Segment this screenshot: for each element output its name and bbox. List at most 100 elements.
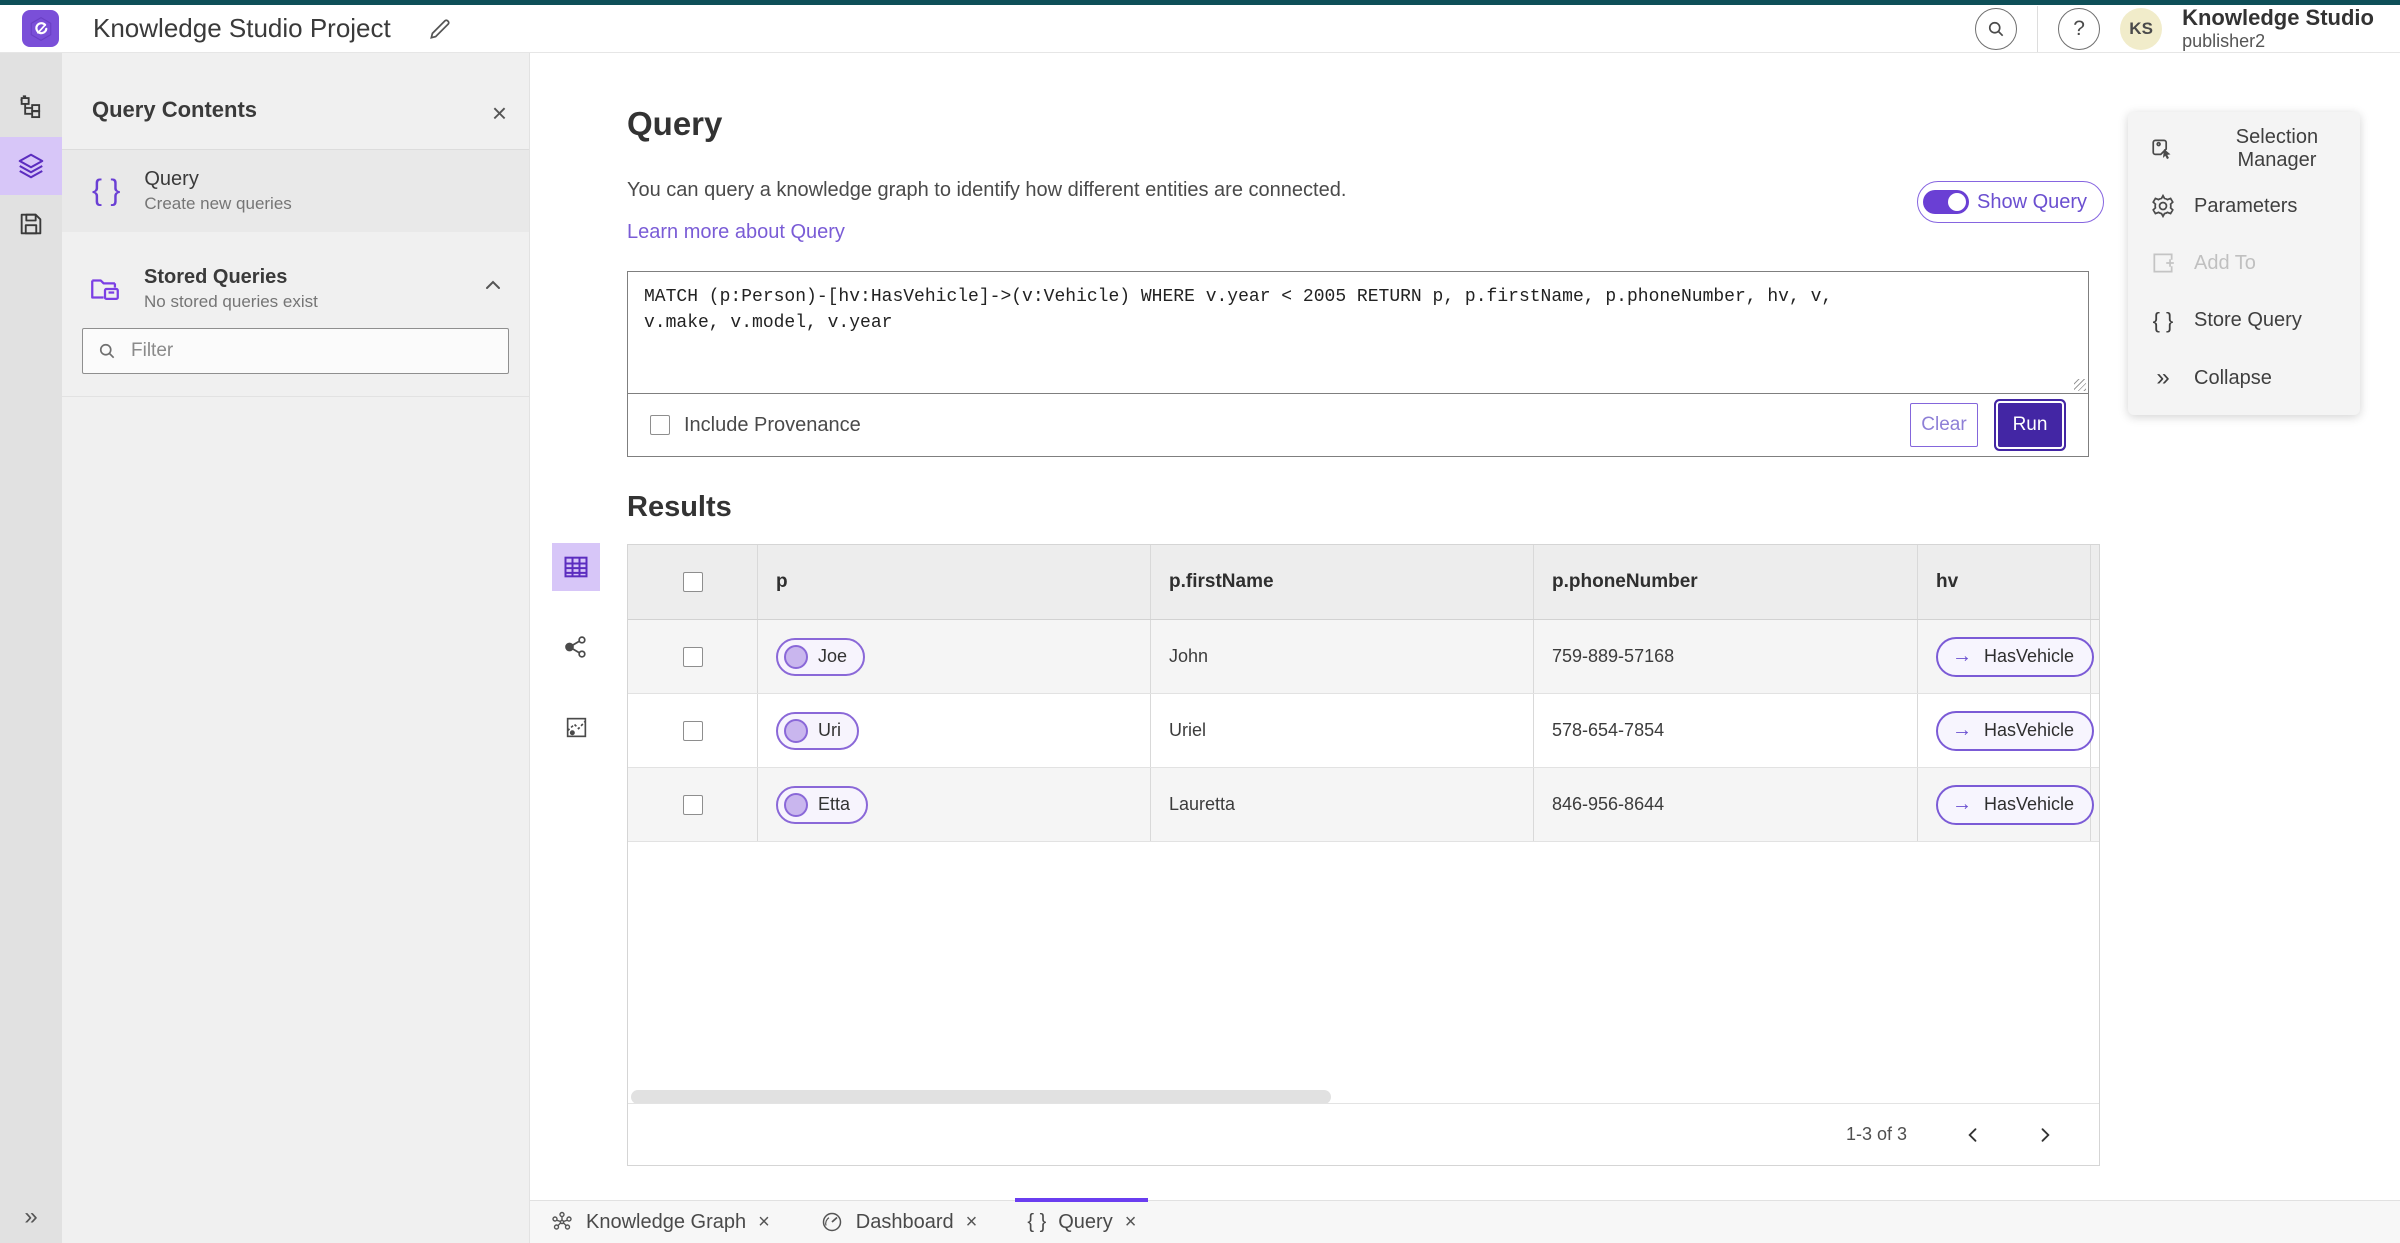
close-icon: ×	[491, 98, 507, 128]
query-textarea[interactable]: MATCH (p:Person)-[hv:HasVehicle]->(v:Veh…	[628, 272, 2088, 394]
table-header-row: p p.firstName p.phoneNumber hv	[628, 545, 2099, 620]
pagination-range: 1-3 of 3	[1845, 1124, 1907, 1144]
knowledge-graph-icon	[552, 1211, 572, 1230]
cell-firstname: Lauretta	[1151, 768, 1534, 841]
braces-icon: { }	[1027, 1210, 1047, 1233]
collapse-section-button[interactable]	[481, 274, 505, 298]
app-logo-icon[interactable]	[22, 10, 59, 47]
column-header-hv[interactable]: hv	[1918, 545, 2091, 619]
row-checkbox[interactable]	[682, 720, 703, 741]
panel-close-button[interactable]: ×	[492, 98, 507, 129]
chevron-right-icon	[2041, 1127, 2050, 1142]
layers-icon	[18, 153, 44, 179]
rail-layers-button[interactable]	[0, 137, 62, 195]
query-editor: MATCH (p:Person)-[hv:HasVehicle]->(v:Veh…	[627, 271, 2089, 457]
selection-manager-button[interactable]: Selection Manager	[2128, 122, 2360, 176]
node-pill[interactable]: Uri	[776, 711, 859, 750]
gear-icon	[2152, 194, 2174, 219]
query-contents-panel: Query Contents × { } Query Create new qu…	[62, 53, 530, 1243]
stored-queries-section: Stored Queries No stored queries exist	[62, 256, 529, 397]
results-view-switcher	[552, 543, 600, 751]
learn-more-link[interactable]: Learn more about Query	[627, 221, 845, 244]
previous-page-button[interactable]	[1957, 1119, 1989, 1151]
arrow-right-icon: →	[1952, 719, 1972, 741]
rail-hierarchy-button[interactable]	[0, 79, 62, 137]
chart-icon	[566, 717, 586, 737]
rail-save-button[interactable]	[0, 195, 62, 253]
tab-dashboard[interactable]: Dashboard ×	[808, 1201, 990, 1243]
filter-input[interactable]	[131, 340, 494, 362]
close-tab-icon[interactable]: ×	[1125, 1211, 1137, 1234]
header-divider	[2037, 5, 2039, 52]
user-name: publisher2	[2182, 30, 2266, 51]
cell-firstname: John	[1151, 620, 1534, 693]
expand-panel-button[interactable]: »	[0, 1199, 62, 1235]
query-description: You can query a knowledge graph to ident…	[627, 179, 1347, 201]
node-icon	[784, 792, 808, 817]
results-table-card: p p.firstName p.phoneNumber hv Joe John …	[627, 544, 2100, 1166]
chevron-up-icon	[486, 280, 500, 289]
cell-phonenumber: 846-956-8644	[1534, 768, 1918, 841]
select-all-checkbox[interactable]	[682, 572, 703, 592]
column-header-phonenumber[interactable]: p.phoneNumber	[1534, 545, 1918, 619]
dashboard-gauge-icon	[822, 1212, 842, 1232]
product-name: Knowledge Studio	[2182, 5, 2374, 31]
node-pill[interactable]: Etta	[776, 785, 869, 824]
clear-button[interactable]: Clear	[1910, 403, 1978, 447]
close-tab-icon[interactable]: ×	[966, 1211, 978, 1234]
tab-knowledge-graph[interactable]: Knowledge Graph ×	[538, 1201, 782, 1243]
close-tab-icon[interactable]: ×	[758, 1211, 770, 1234]
add-to-icon	[2153, 253, 2174, 274]
arrow-right-icon: →	[1952, 645, 1972, 667]
collapse-icon: »	[2156, 364, 2170, 392]
row-checkbox[interactable]	[682, 794, 703, 815]
sidebar-item-query[interactable]: { } Query Create new queries	[62, 150, 529, 232]
collapse-menu-button[interactable]: » Collapse	[2128, 351, 2360, 405]
column-header-firstname[interactable]: p.firstName	[1151, 545, 1534, 619]
node-pill[interactable]: Joe	[776, 637, 866, 676]
include-provenance-label: Include Provenance	[684, 413, 861, 436]
cell-phonenumber: 578-654-7854	[1534, 694, 1918, 767]
edge-pill[interactable]: → HasVehicle	[1936, 784, 2095, 825]
pagination-footer: 1-3 of 3	[628, 1103, 2099, 1165]
help-icon: ?	[2073, 16, 2085, 40]
header-actions: ? KS Knowledge Studio publisher2	[1975, 5, 2400, 52]
column-header-p[interactable]: p	[758, 545, 1151, 619]
edge-pill[interactable]: → HasVehicle	[1936, 710, 2095, 751]
parameters-button[interactable]: Parameters	[2128, 179, 2360, 233]
save-icon	[20, 213, 42, 235]
graph-view-button[interactable]	[552, 623, 600, 671]
search-button[interactable]	[1975, 7, 2018, 50]
hierarchy-icon	[20, 95, 41, 119]
stored-queries-header[interactable]: Stored Queries No stored queries exist	[62, 256, 529, 322]
expand-icon: »	[24, 1203, 38, 1230]
chart-view-button[interactable]	[552, 703, 600, 751]
results-title: Results	[627, 491, 732, 523]
help-button[interactable]: ?	[2058, 7, 2101, 50]
run-button[interactable]: Run	[1998, 403, 2062, 447]
include-provenance-checkbox[interactable]	[650, 415, 670, 435]
left-icon-rail: »	[0, 53, 62, 1243]
row-checkbox[interactable]	[682, 646, 703, 667]
table-view-button[interactable]	[552, 543, 600, 591]
user-avatar[interactable]: KS	[2120, 7, 2163, 50]
store-query-button[interactable]: { } Store Query	[2128, 294, 2360, 348]
node-icon	[784, 718, 808, 743]
edge-pill[interactable]: → HasVehicle	[1936, 636, 2095, 677]
panel-header: Query Contents ×	[62, 53, 529, 150]
stored-folder-icon	[91, 279, 119, 301]
horizontal-scrollbar[interactable]	[631, 1090, 1331, 1104]
next-page-button[interactable]	[2029, 1119, 2061, 1151]
toggle-track	[1923, 190, 1969, 214]
query-item-subtitle: Create new queries	[144, 194, 292, 213]
tab-query[interactable]: { } Query ×	[1015, 1198, 1149, 1243]
add-to-button: Add To	[2128, 236, 2360, 290]
show-query-toggle[interactable]: Show Query	[1917, 181, 2105, 223]
search-icon	[1989, 21, 2004, 36]
query-item-title: Query	[144, 168, 199, 190]
document-tab-bar: Knowledge Graph × Dashboard × { } Query …	[530, 1198, 2400, 1243]
cell-phonenumber: 759-889-57168	[1534, 620, 1918, 693]
cell-firstname: Uriel	[1151, 694, 1534, 767]
edit-title-button[interactable]	[427, 16, 453, 42]
table-row: Uri Uriel 578-654-7854 → HasVehicle	[628, 694, 2099, 768]
